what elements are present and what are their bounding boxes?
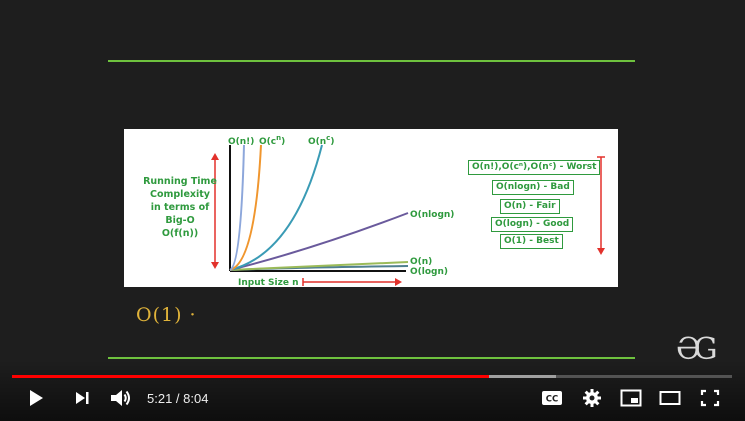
duration: 8:04 [183,391,209,406]
svg-text:CC: CC [546,395,558,405]
bottom-green-line [108,357,635,359]
legend-bad: O(nlogn) - Bad [492,180,574,195]
legend-fair: O(n) - Fair [500,199,560,214]
progress-bar[interactable] [12,375,732,378]
play-button[interactable] [22,384,50,412]
fullscreen-icon [700,389,720,407]
big-o-slide: O(n!) O(cn) O(nc) O(nlogn) O(n) O(logn) … [124,129,618,287]
label-n: O(n) [410,257,432,267]
theater-button[interactable] [656,384,684,412]
curve-nlogn [229,212,409,271]
captions-button[interactable]: CC [538,384,566,412]
progress-played [12,375,489,378]
gear-icon [583,389,601,407]
video-player[interactable]: O(n!) O(cn) O(nc) O(nlogn) O(n) O(logn) … [0,0,745,421]
miniplayer-button[interactable] [617,384,645,412]
play-icon [30,390,43,406]
label-polynomial: O(nc) [308,134,334,147]
fullscreen-button[interactable] [696,384,724,412]
player-controls: 5:21 / 8:04 CC [0,360,745,421]
label-factorial: O(n!) [228,137,254,147]
next-icon [76,392,89,404]
miniplayer-icon [620,389,642,407]
volume-icon [111,390,130,406]
curve-exponential [229,144,262,271]
legend-best: O(1) - Best [500,234,563,249]
curve-factorial [229,144,245,271]
current-time: 5:21 [147,391,173,406]
next-button[interactable] [68,384,96,412]
settings-button[interactable] [578,384,606,412]
label-nlogn: O(nlogn) [410,210,454,220]
cc-icon: CC [542,391,562,405]
top-green-line [108,60,635,62]
label-logn: O(logn) [410,267,448,277]
time-display: 5:21 / 8:04 [147,391,209,406]
x-arrow [302,278,402,286]
y-axis-label: Running Time Complexity in terms of Big-… [143,176,217,239]
label-exponential: O(cn) [259,134,285,147]
legend-good: O(logn) - Good [491,217,574,232]
theater-icon [659,391,681,405]
handwritten-note: O(1) · [136,304,197,326]
legend-worst: O(n!),O(cⁿ),O(nᶜ) - Worst [468,160,601,175]
x-axis-label: Input Size n [238,278,299,287]
volume-button[interactable] [106,384,136,412]
